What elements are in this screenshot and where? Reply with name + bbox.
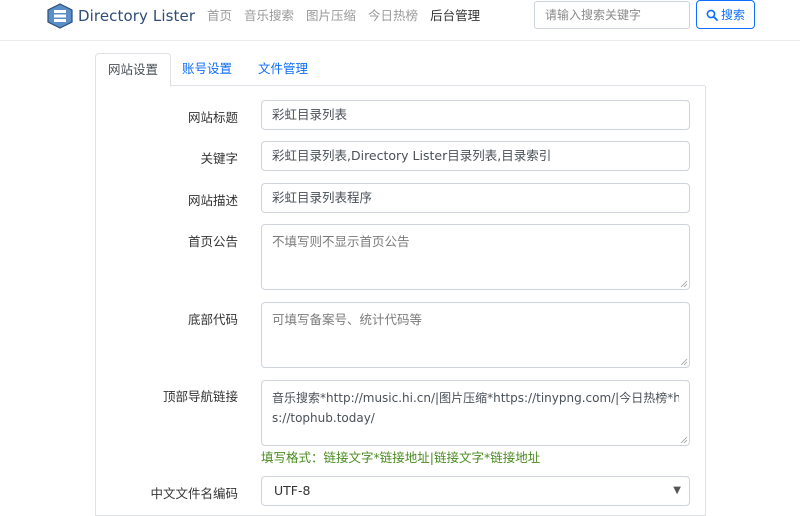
nav-item-home[interactable]: 首页 — [207, 6, 232, 26]
encoding-selected-value: UTF-8 — [274, 483, 311, 498]
keywords-input[interactable]: 彩虹目录列表,Directory Lister目录列表,目录索引 — [261, 141, 690, 171]
encoding-label: 中文文件名编码 — [150, 486, 238, 501]
resize-grip-icon[interactable] — [680, 436, 688, 444]
footer-code-placeholder: 可填写备案号、统计代码等 — [272, 312, 423, 327]
description-label: 网站描述 — [187, 193, 238, 208]
search-input[interactable] — [534, 1, 690, 29]
search-button[interactable]: 搜索 — [696, 0, 755, 29]
announcement-placeholder: 不填写则不显示首页公告 — [272, 234, 410, 249]
top-nav-value-line2: s://tophub.today/ — [272, 411, 375, 425]
tab-account-settings[interactable]: 账号设置 — [182, 53, 232, 86]
top-nav-label: 顶部导航链接 — [162, 389, 238, 404]
top-nav-format-hint: 填写格式：链接文字*链接地址|链接文字*链接地址 — [261, 450, 541, 465]
nav-item-music-search[interactable]: 音乐搜索 — [244, 6, 294, 26]
description-input[interactable]: 彩虹目录列表程序 — [261, 183, 690, 213]
announcement-textarea[interactable]: 不填写则不显示首页公告 — [261, 224, 690, 290]
nav-item-image-compress[interactable]: 图片压缩 — [306, 6, 356, 26]
search-button-label: 搜索 — [720, 8, 745, 22]
search-icon — [706, 9, 718, 21]
brand[interactable]: Directory Lister — [46, 2, 195, 30]
announcement-label: 首页公告 — [187, 234, 238, 249]
server-logo-icon — [47, 3, 73, 29]
site-title-input[interactable]: 彩虹目录列表 — [261, 100, 690, 130]
top-nav-textarea[interactable]: 音乐搜索*http://music.hi.cn/|图片压缩*https://ti… — [261, 380, 690, 446]
tab-site-settings[interactable]: 网站设置 — [95, 53, 172, 87]
footer-code-textarea[interactable]: 可填写备案号、统计代码等 — [261, 302, 690, 368]
nav-item-today-trending[interactable]: 今日热榜 — [368, 6, 418, 26]
top-nav-value-line1: 音乐搜索*http://music.hi.cn/|图片压缩*https://ti… — [272, 391, 679, 405]
tab-file-management[interactable]: 文件管理 — [258, 53, 308, 86]
nav-item-admin[interactable]: 后台管理 — [430, 6, 480, 26]
main-nav: 首页 音乐搜索 图片压缩 今日热榜 后台管理 — [207, 6, 492, 26]
keywords-label: 关键字 — [200, 151, 238, 166]
chevron-down-icon: ▼ — [673, 485, 681, 496]
site-title-label: 网站标题 — [187, 110, 238, 125]
resize-grip-icon[interactable] — [680, 280, 688, 288]
encoding-select[interactable]: UTF-8 ▼ — [261, 476, 690, 506]
resize-grip-icon[interactable] — [680, 358, 688, 366]
footer-code-label: 底部代码 — [187, 312, 238, 327]
brand-name: Directory Lister — [78, 7, 196, 25]
top-navbar: Directory Lister 首页 音乐搜索 图片压缩 今日热榜 后台管理 … — [0, 0, 800, 41]
settings-tabs: 网站设置 账号设置 文件管理 — [95, 53, 705, 87]
